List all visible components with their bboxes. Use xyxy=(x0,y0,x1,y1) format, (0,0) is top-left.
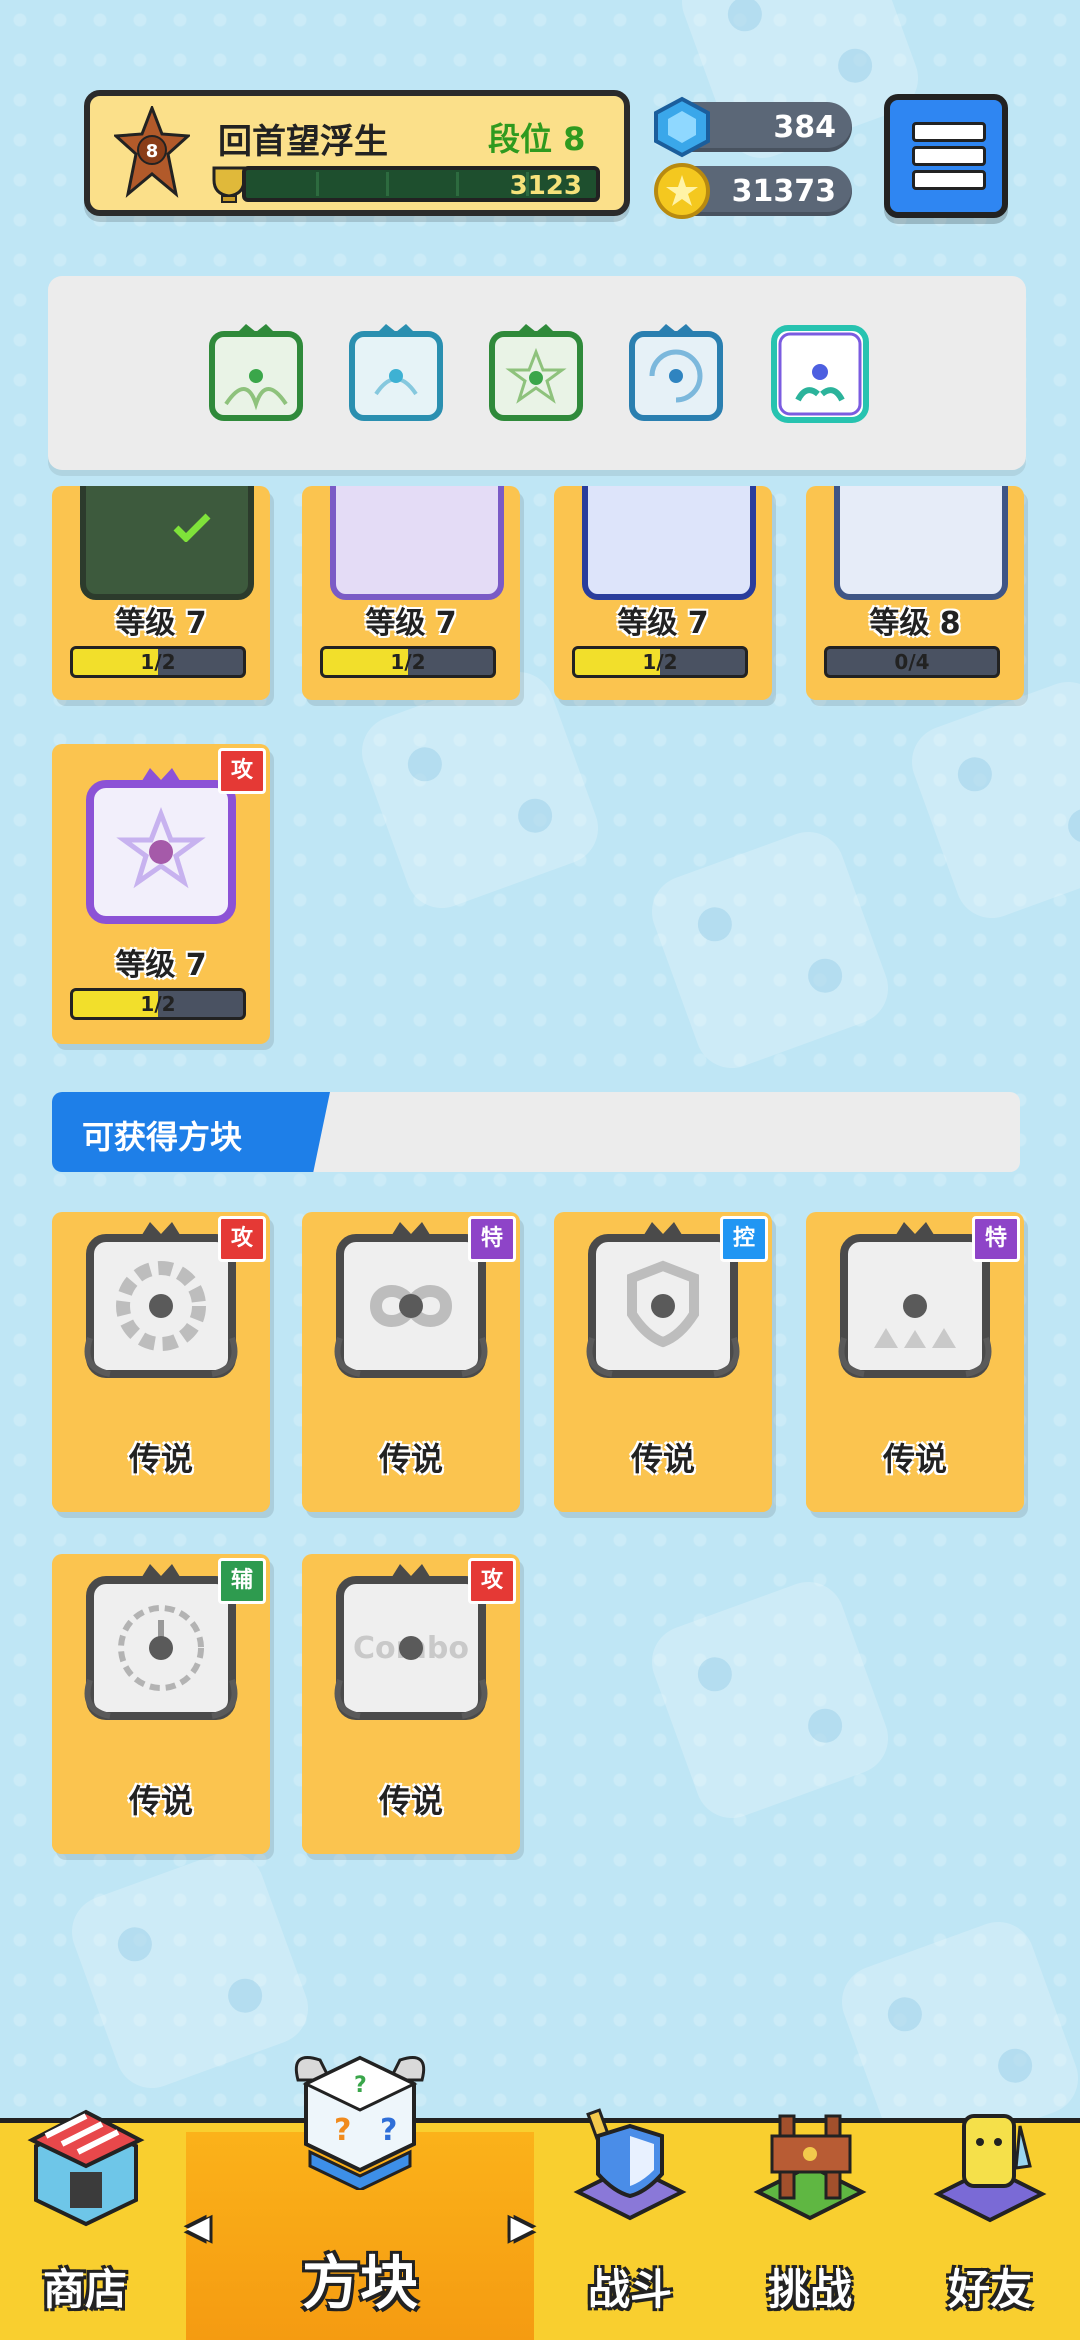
xp-bar: 3123 xyxy=(242,166,600,202)
nav-dice[interactable]: ? ? ? ◀ ▶ 方块 xyxy=(186,2040,534,2340)
rarity-label: 传说 xyxy=(378,1440,443,1478)
nav-shop[interactable]: 商店 xyxy=(0,2096,170,2340)
card-level: 等级 7 xyxy=(115,948,207,983)
card-level: 等级 7 xyxy=(115,606,207,641)
card-die-art xyxy=(834,486,1008,600)
available-card[interactable]: Combo攻传说 xyxy=(302,1554,520,1854)
card-die-art xyxy=(330,486,504,600)
coin-count: 31373 xyxy=(731,174,836,209)
friends-icon xyxy=(933,2114,1047,2223)
menu-button[interactable] xyxy=(884,94,1008,218)
available-card[interactable]: 控传说 xyxy=(554,1212,772,1512)
owned-card[interactable]: 等级 8 0/4 xyxy=(806,486,1024,700)
svg-text:8: 8 xyxy=(146,141,159,162)
nav-friends-label: 好友 xyxy=(947,2265,1032,2314)
rank-label: 段位 8 xyxy=(488,120,586,158)
nav-battle-label: 战斗 xyxy=(587,2265,672,2314)
menu-icon xyxy=(912,122,986,142)
xp-value: 3123 xyxy=(509,171,582,201)
type-badge: 攻 xyxy=(218,1216,266,1262)
deck-slot-hand-orb-die[interactable] xyxy=(770,324,870,424)
card-progress: 0/4 xyxy=(824,646,1000,678)
available-card[interactable]: 特传说 xyxy=(302,1212,520,1512)
coin-counter[interactable]: 31373 xyxy=(654,163,852,219)
nav-shop-label: 商店 xyxy=(42,2265,127,2314)
background-die xyxy=(641,821,899,1079)
nav-challenge[interactable]: 挑战 xyxy=(720,2096,900,2340)
available-section-title: 可获得方块 xyxy=(82,1118,243,1156)
gem-counter[interactable]: 384 xyxy=(654,96,852,158)
rarity-label: 传说 xyxy=(128,1440,193,1478)
type-badge: 辅 xyxy=(218,1558,266,1604)
rarity-label: 传说 xyxy=(882,1440,947,1478)
available-card[interactable]: 攻传说 xyxy=(52,1212,270,1512)
owned-card[interactable]: 等级 7 1/2 xyxy=(52,486,270,700)
type-badge: 攻 xyxy=(468,1558,516,1604)
card-level: 等级 8 xyxy=(869,606,961,641)
type-badge: 特 xyxy=(972,1216,1020,1262)
card-level: 等级 7 xyxy=(365,606,457,641)
battle-icon xyxy=(573,2108,687,2221)
deck-slot-cyan-dragon-die[interactable] xyxy=(346,324,446,424)
owned-card[interactable]: 等级 7 1/2 xyxy=(554,486,772,700)
challenge-icon xyxy=(753,2114,867,2221)
gem-count: 384 xyxy=(773,110,836,145)
player-name: 回首望浮生 xyxy=(218,122,388,162)
nav-battle[interactable]: 战斗 xyxy=(540,2096,720,2340)
owned-card[interactable]: 攻 等级 7 1/2 xyxy=(52,744,270,1044)
background-die xyxy=(351,661,609,919)
nav-dice-label: 方块 xyxy=(301,2249,418,2317)
svg-text:?: ? xyxy=(380,2113,397,2148)
card-progress: 1/2 xyxy=(320,646,496,678)
shop-icon xyxy=(27,2109,145,2227)
check-icon xyxy=(173,513,211,542)
deck-panel xyxy=(48,276,1026,470)
background-die xyxy=(641,1571,899,1829)
deck-slot-green-dragon-die[interactable] xyxy=(206,324,306,424)
rarity-label: 传说 xyxy=(128,1782,193,1820)
dice-box-icon: ? ? ? xyxy=(294,2055,426,2190)
card-die-art xyxy=(582,486,756,600)
background-die xyxy=(901,671,1080,929)
coin-icon xyxy=(654,163,710,219)
svg-text:?: ? xyxy=(334,2113,351,2148)
card-die-art xyxy=(80,486,254,600)
type-badge: 攻 xyxy=(218,748,266,794)
card-progress: 1/2 xyxy=(70,988,246,1020)
nav-friends[interactable]: 好友 xyxy=(900,2096,1080,2340)
svg-text:?: ? xyxy=(354,2073,367,2098)
rarity-label: 传说 xyxy=(378,1782,443,1820)
card-progress: 1/2 xyxy=(572,646,748,678)
available-card[interactable]: 特传说 xyxy=(806,1212,1024,1512)
gem-icon xyxy=(654,96,710,158)
card-level: 等级 7 xyxy=(617,606,709,641)
deck-slot-blue-swirl-die[interactable] xyxy=(626,324,726,424)
rarity-label: 传说 xyxy=(630,1440,695,1478)
type-badge: 特 xyxy=(468,1216,516,1262)
nav-challenge-label: 挑战 xyxy=(767,2265,852,2314)
available-card[interactable]: 辅传说 xyxy=(52,1554,270,1854)
rank-star-icon: 8 xyxy=(114,106,190,198)
deck-slot-green-star-die[interactable] xyxy=(486,324,586,424)
player-profile-panel[interactable]: 8 回首望浮生 段位 8 3123 xyxy=(84,90,630,216)
card-progress: 1/2 xyxy=(70,646,246,678)
owned-card[interactable]: 等级 7 1/2 xyxy=(302,486,520,700)
type-badge: 控 xyxy=(720,1216,768,1262)
